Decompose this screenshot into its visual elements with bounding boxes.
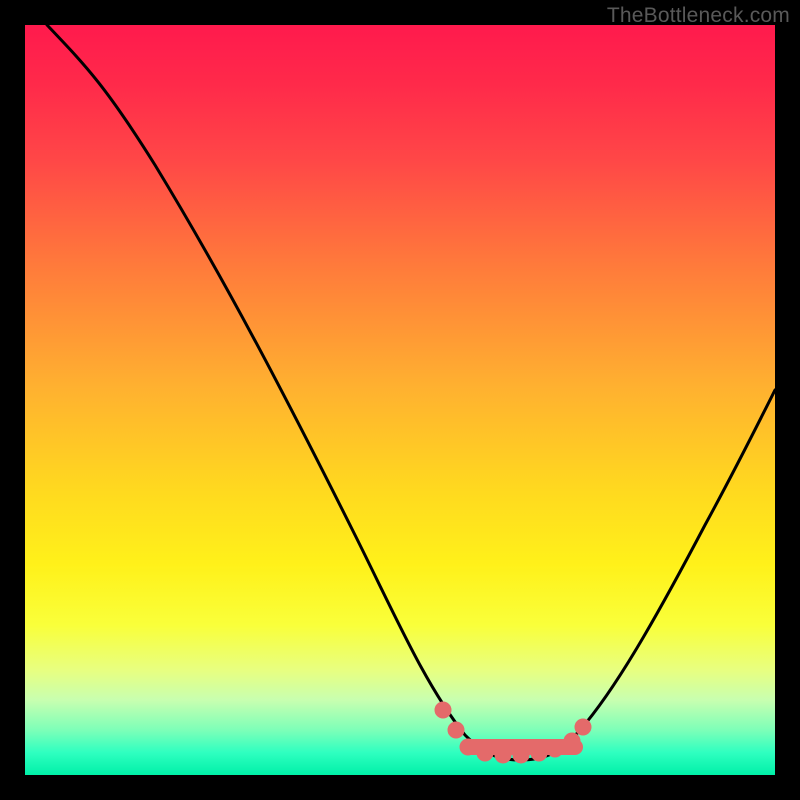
highlight-band bbox=[435, 702, 591, 763]
chart-plot-area bbox=[25, 25, 775, 775]
chart-frame: TheBottleneck.com bbox=[0, 0, 800, 800]
bottleneck-curve bbox=[47, 25, 775, 760]
watermark-text: TheBottleneck.com bbox=[607, 4, 790, 28]
chart-svg bbox=[25, 25, 775, 775]
